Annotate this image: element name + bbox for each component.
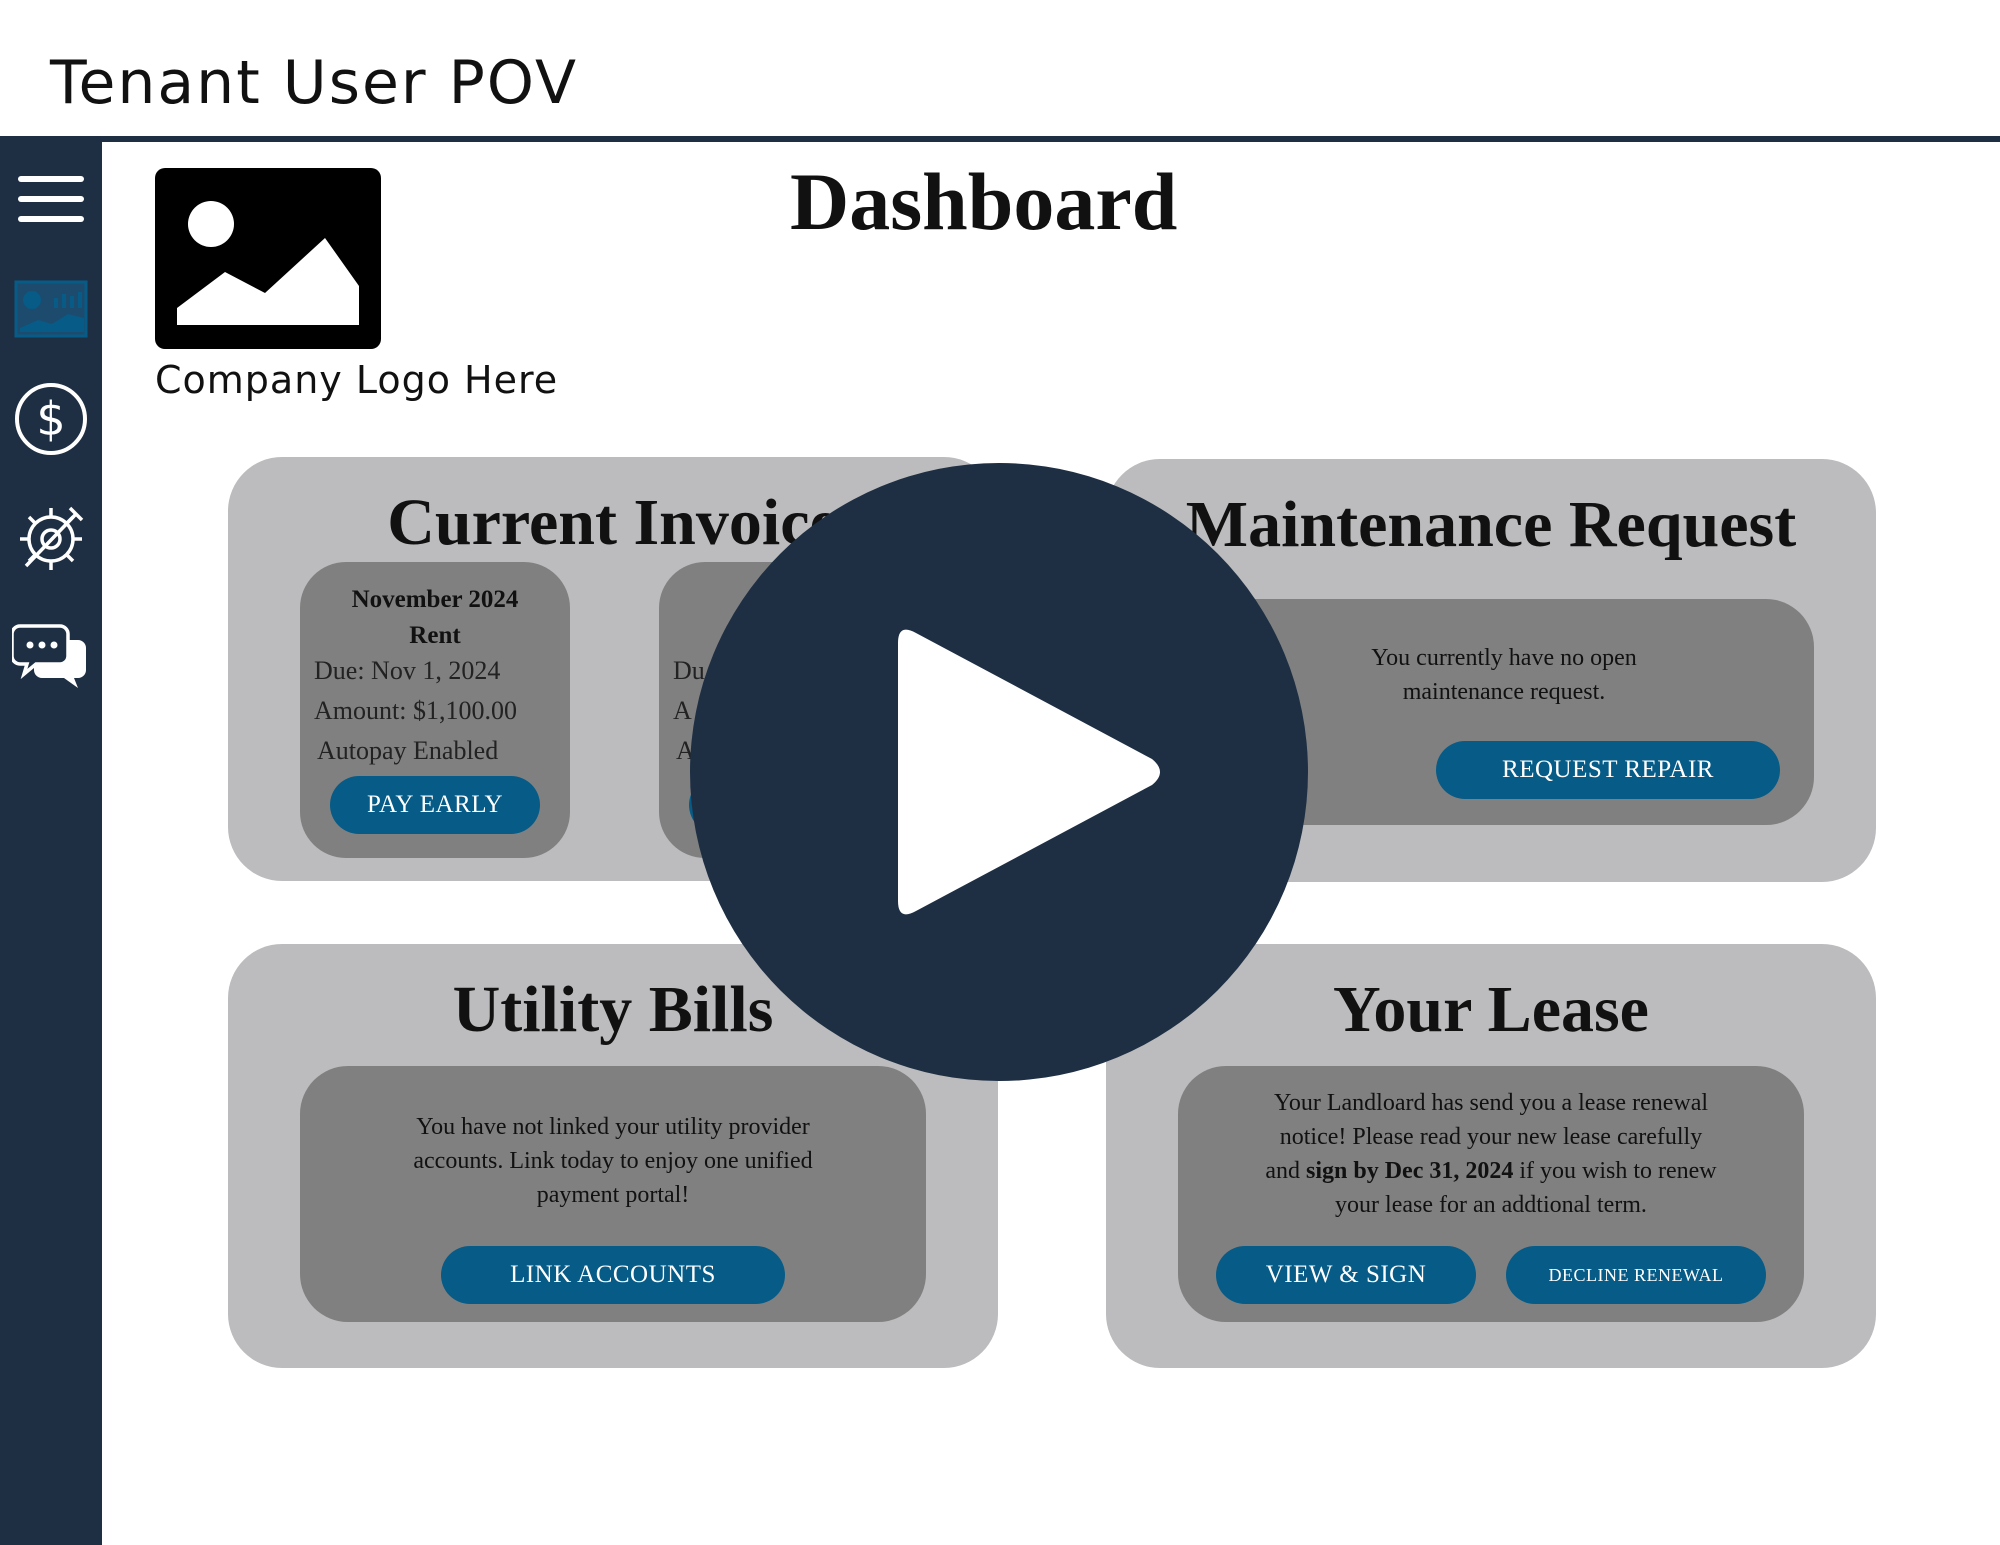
lease-message: Your Landloard has send you a lease rene… (1265, 1090, 1717, 1218)
image-placeholder-icon (155, 168, 381, 349)
play-icon (690, 463, 1308, 1081)
logo-caption: Company Logo Here (155, 358, 559, 402)
page-title: Dashboard (790, 156, 1178, 247)
svg-text:$: $ (36, 392, 65, 446)
utility-message: You have not linked your utility provide… (413, 1114, 813, 1208)
header-divider (0, 136, 2000, 142)
dollar-icon[interactable]: $ (12, 380, 90, 458)
invoice-amount: A (673, 696, 692, 725)
link-accounts-button[interactable]: LINK ACCOUNTS (441, 1246, 785, 1304)
invoice-item: November 2024 Rent Due: Nov 1, 2024 Amou… (300, 562, 570, 858)
video-play-overlay[interactable] (690, 463, 1308, 1081)
maintenance-message: You currently have no open maintenance r… (1371, 645, 1637, 705)
invoice-due: Due: Nov 1, 2024 (314, 656, 501, 685)
pay-early-button[interactable]: PAY EARLY (330, 776, 540, 834)
request-repair-button[interactable]: REQUEST REPAIR (1436, 741, 1780, 799)
hamburger-menu-icon[interactable] (12, 160, 90, 238)
wrench-gear-icon[interactable] (12, 500, 90, 578)
view-and-sign-button[interactable]: VIEW & SIGN (1216, 1246, 1476, 1304)
company-logo (155, 168, 381, 349)
invoice-item-title: November 2024 Rent (351, 586, 519, 649)
decline-renewal-button[interactable]: DECLINE RENEWAL (1506, 1246, 1766, 1304)
chat-bubbles-icon[interactable] (10, 618, 90, 696)
invoice-amount: Amount: $1,100.00 (314, 696, 517, 725)
dashboard-chart-icon[interactable] (12, 272, 90, 350)
lease-panel: Your Landloard has send you a lease rene… (1178, 1066, 1804, 1322)
sidebar: $ (0, 140, 102, 1545)
utility-panel: You have not linked your utility provide… (300, 1066, 926, 1322)
pov-title: Tenant User POV (50, 48, 579, 118)
invoice-status: Autopay Enabled (317, 736, 499, 765)
